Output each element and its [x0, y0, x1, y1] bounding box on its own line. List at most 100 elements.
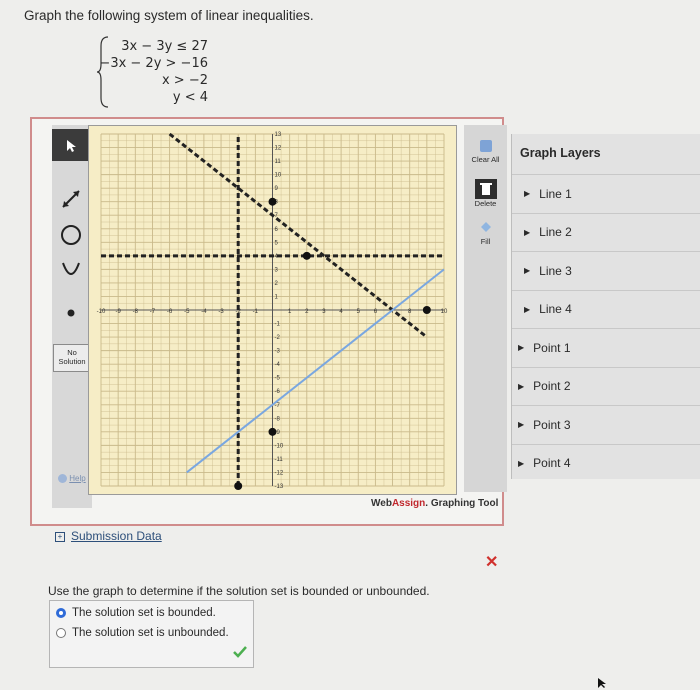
tool-palette	[52, 125, 92, 508]
y-tick-label: -10	[275, 443, 284, 449]
layer-label: Line 4	[539, 302, 572, 316]
expand-triangle-icon: ▶	[518, 458, 525, 468]
paint-bucket-icon	[480, 222, 491, 232]
y-tick-label: -5	[275, 376, 281, 382]
mouse-cursor-icon	[598, 678, 606, 688]
brand-rest: . Graphing Tool	[425, 498, 499, 509]
x-tick-label: -8	[133, 309, 139, 315]
layer-label: Point 4	[533, 456, 571, 470]
clear-all-button[interactable]: Clear All	[464, 139, 507, 164]
layer-item[interactable]: ▶ Point 3	[512, 405, 700, 443]
help-icon	[58, 474, 67, 484]
trash-icon	[479, 183, 492, 195]
arrow-pointer-icon	[67, 140, 76, 152]
layer-item[interactable]: ▶ Line 4	[512, 289, 700, 328]
layer-label: Line 2	[539, 225, 572, 239]
graph-canvas[interactable]: -10-9-8-7-6-5-4-3-2-11234567891013121110…	[88, 125, 457, 495]
fill-button[interactable]: Fill	[464, 221, 507, 246]
layer-item[interactable]: ▶ Line 2	[512, 212, 700, 251]
layer-item[interactable]: ▶ Point 4	[512, 443, 700, 482]
brand-assign: Assign	[391, 498, 426, 509]
layer-item[interactable]: ▶ Point 2	[512, 366, 700, 405]
y-tick-label: -8	[275, 416, 281, 422]
inequality-system: 3x − 3y ≤ 27 −3x − 2y > −16 x > −2 y < 4	[96, 36, 236, 108]
y-tick-label: -3	[275, 349, 281, 355]
y-tick-label: 3	[275, 267, 279, 273]
inequality-3: x > −2	[161, 73, 208, 88]
layer-label: Point 1	[533, 340, 571, 355]
circle-tool-button[interactable]	[52, 219, 90, 251]
expand-triangle-icon: ▶	[524, 189, 531, 198]
plotted-point	[422, 306, 431, 314]
y-tick-label: -2	[275, 335, 281, 341]
expand-triangle-icon: ▶	[518, 381, 525, 391]
radio-icon[interactable]	[56, 628, 66, 638]
y-tick-label: 10	[275, 173, 282, 179]
y-tick-label: -6	[275, 389, 281, 395]
pointer-tool-button[interactable]	[52, 129, 90, 161]
plotted-point	[234, 482, 243, 490]
answer-unbounded[interactable]: The solution set is unbounded.	[56, 627, 229, 639]
y-tick-label: -4	[275, 362, 281, 368]
y-tick-label: 13	[275, 132, 282, 138]
plotted-point	[268, 197, 277, 206]
inequality-2: −3x − 2y > −16	[99, 56, 208, 71]
x-tick-label: -7	[150, 309, 156, 315]
brand-web: Web	[371, 498, 392, 509]
layer-label: Point 3	[533, 417, 571, 432]
no-solution-line2: Solution	[58, 357, 86, 366]
delete-label: Delete	[474, 199, 497, 208]
parabola-icon	[62, 262, 80, 275]
x-tick-label: -3	[218, 309, 224, 315]
layer-item[interactable]: ▶ Line 3	[512, 251, 700, 289]
delete-button[interactable]: Delete	[464, 179, 507, 208]
line-tool-button[interactable]	[52, 183, 90, 215]
clear-icon	[479, 140, 492, 152]
plotted-point	[268, 427, 277, 436]
no-solution-button[interactable]: No Solution	[53, 344, 91, 372]
line-icon	[62, 190, 80, 208]
checkmark-icon	[233, 646, 247, 658]
layer-item[interactable]: ▶ Line 1	[512, 174, 700, 212]
incorrect-icon: ✕	[485, 554, 499, 571]
no-solution-line1: No	[67, 348, 77, 357]
y-tick-label: 12	[275, 146, 282, 152]
x-tick-label: 10	[441, 309, 448, 315]
answer-bounded[interactable]: The solution set is bounded.	[56, 607, 216, 619]
radio-icon[interactable]	[56, 608, 66, 618]
x-tick-label: -9	[115, 309, 121, 315]
graph-layers-panel: Graph Layers ▶ Line 1 ▶ Line 2 ▶ Line 3 ▶ Line …	[511, 134, 700, 479]
point-tool-button[interactable]	[52, 297, 90, 329]
y-tick-label: -12	[275, 470, 284, 476]
help-label: Help	[69, 474, 86, 483]
y-tick-label: 2	[275, 281, 279, 287]
x-tick-label: -6	[167, 309, 173, 315]
y-tick-label: -13	[275, 484, 284, 490]
submission-label: Submission Data	[71, 529, 162, 543]
inequality-1: 3x − 3y ≤ 27	[121, 39, 208, 54]
expand-triangle-icon: ▶	[524, 304, 531, 314]
layer-label: Line 1	[539, 186, 572, 201]
layer-item[interactable]: ▶ Point 1	[512, 328, 700, 366]
fill-label: Fill	[480, 237, 491, 246]
expand-triangle-icon: ▶	[524, 266, 531, 275]
answer-label: The solution set is unbounded.	[72, 627, 229, 639]
clear-all-label: Clear All	[471, 155, 500, 164]
layers-title: Graph Layers	[520, 146, 601, 160]
y-tick-label: 5	[275, 240, 279, 246]
dot-icon	[67, 309, 75, 317]
help-link[interactable]: Help	[58, 474, 86, 484]
prompt-text: Graph the following system of linear ine…	[24, 8, 314, 23]
answer-label: The solution set is bounded.	[72, 607, 216, 619]
x-tick-label: -5	[184, 309, 190, 315]
expand-triangle-icon: ▶	[518, 343, 525, 352]
submission-data-toggle[interactable]: + Submission Data	[55, 529, 162, 543]
y-tick-label: 11	[275, 159, 282, 165]
coordinate-grid[interactable]: -10-9-8-7-6-5-4-3-2-11234567891013121110…	[89, 126, 456, 494]
parabola-tool-button[interactable]	[52, 255, 90, 287]
x-tick-label: -10	[97, 309, 106, 315]
y-tick-label: -11	[275, 457, 284, 463]
plotted-point	[302, 251, 311, 260]
y-tick-label: 1	[275, 294, 279, 300]
webassign-brand: WebAssign. Graphing Tool	[371, 498, 498, 509]
